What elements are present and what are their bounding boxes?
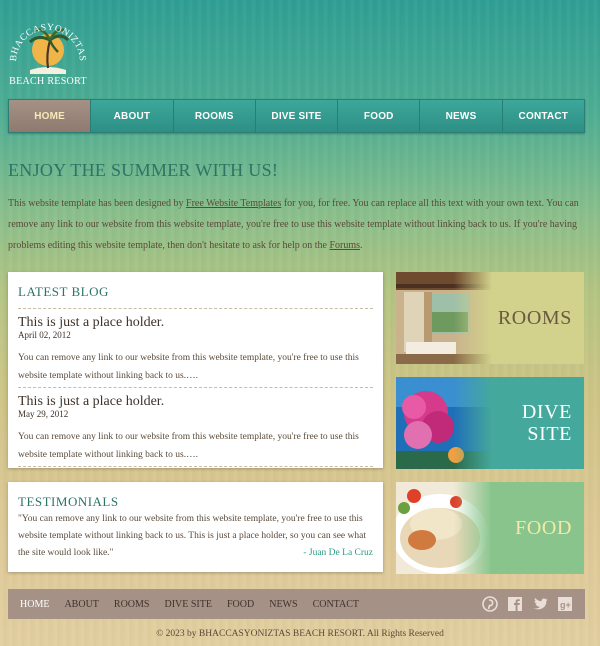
nav-item-home[interactable]: HOME: [9, 100, 92, 132]
latest-blog-panel: LATEST BLOG This is just a place holder.…: [8, 272, 383, 468]
blog-post: This is just a place holder. April 02, 2…: [18, 315, 373, 385]
forums-link[interactable]: Forums: [329, 240, 360, 251]
blog-post: This is just a place holder. May 29, 201…: [18, 394, 373, 464]
intro-text-1: This website template has been designed …: [8, 198, 187, 209]
testimonials-panel: TESTIMONIALS "You can remove any link to…: [8, 482, 383, 572]
pinterest-icon[interactable]: [482, 596, 498, 612]
divider: [18, 308, 373, 309]
nav-item-dive-site[interactable]: DIVE SITE: [256, 100, 339, 132]
twitter-icon[interactable]: [532, 596, 548, 612]
testimonial-author: - Juan De La Cruz: [303, 548, 373, 558]
food-photo: [396, 482, 492, 574]
rooms-card[interactable]: ROOMS: [396, 272, 584, 364]
rooms-photo: [396, 272, 492, 364]
svg-text:g+: g+: [560, 600, 571, 610]
copyright-text: © 2023 by BHACCASYONIZTAS BEACH RESORT. …: [156, 629, 444, 639]
dive-site-card-label: DIVE SITE: [522, 377, 572, 469]
nav-item-news[interactable]: NEWS: [420, 100, 503, 132]
dive-site-card[interactable]: DIVE SITE: [396, 377, 584, 469]
nav-item-food[interactable]: FOOD: [338, 100, 421, 132]
blog-post-body: You can remove any link to our website f…: [18, 353, 359, 381]
main-nav: HOME ABOUT ROOMS DIVE SITE FOOD NEWS CON…: [8, 99, 585, 133]
facebook-icon[interactable]: [507, 596, 523, 612]
footer-link-dive-site[interactable]: DIVE SITE: [164, 599, 212, 610]
resort-logo[interactable]: BHACCASYONIZTAS BEACH RESORT: [8, 10, 88, 88]
blog-post-date: May 29, 2012: [18, 409, 69, 419]
dive-site-label-line1: DIVE: [521, 401, 572, 423]
blog-post-title[interactable]: This is just a place holder.: [18, 315, 373, 331]
food-card-label: FOOD: [515, 517, 572, 539]
food-card[interactable]: FOOD: [396, 482, 584, 574]
testimonials-title: TESTIMONIALS: [18, 494, 119, 509]
dive-site-label-line2: SITE: [527, 423, 572, 445]
latest-blog-title: LATEST BLOG: [18, 284, 109, 299]
divider: [18, 387, 373, 388]
footer-link-news[interactable]: NEWS: [269, 599, 297, 610]
page-headline: ENJOY THE SUMMER WITH US!: [8, 160, 279, 180]
nav-item-rooms[interactable]: ROOMS: [174, 100, 256, 132]
footer-nav: HOME ABOUT ROOMS DIVE SITE FOOD NEWS CON…: [8, 589, 585, 619]
social-links: g+: [482, 596, 573, 612]
footer-link-food[interactable]: FOOD: [227, 599, 254, 610]
brand-subtitle: BEACH RESORT: [9, 76, 87, 87]
nav-item-contact[interactable]: CONTACT: [503, 100, 584, 132]
divider: [18, 466, 373, 467]
blog-post-date: April 02, 2012: [18, 330, 71, 340]
testimonial-quote: "You can remove any link to our website …: [18, 511, 373, 562]
footer-link-rooms[interactable]: ROOMS: [114, 599, 150, 610]
footer-link-about[interactable]: ABOUT: [64, 599, 98, 610]
intro-paragraph: This website template has been designed …: [8, 193, 586, 256]
blog-post-title[interactable]: This is just a place holder.: [18, 394, 373, 410]
footer-link-contact[interactable]: CONTACT: [313, 599, 359, 610]
dive-site-photo: [396, 377, 492, 469]
rooms-card-label: ROOMS: [497, 307, 572, 329]
footer-link-home[interactable]: HOME: [20, 599, 49, 610]
intro-text-3: .: [360, 240, 363, 251]
nav-item-about[interactable]: ABOUT: [91, 100, 174, 132]
free-website-templates-link[interactable]: Free Website Templates: [186, 198, 281, 209]
googleplus-icon[interactable]: g+: [557, 596, 573, 612]
blog-post-body: You can remove any link to our website f…: [18, 432, 359, 460]
